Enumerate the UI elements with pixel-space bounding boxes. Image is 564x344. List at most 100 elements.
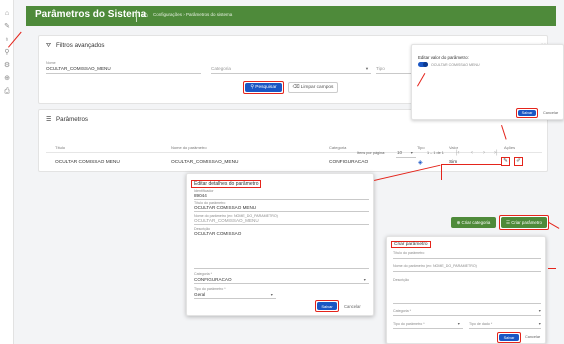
divider [194, 283, 369, 284]
last-page-icon[interactable]: ›| [494, 150, 498, 156]
divider [393, 258, 541, 259]
description-field[interactable]: OCULTAR COMISSAO [194, 231, 241, 236]
chevron-down-icon: ▼ [363, 278, 367, 282]
category-underline [211, 73, 371, 74]
top-bar: Parâmetros do Sistema ⌂ Configurações › … [26, 6, 556, 26]
cancel-value-button[interactable]: Cancelar [543, 111, 558, 115]
home-icon[interactable]: ⌂ [3, 10, 11, 18]
divider [469, 328, 541, 329]
filter-icon: ⛛ [46, 42, 52, 49]
save-value-button[interactable]: Salvar [518, 110, 536, 116]
chevron-down-icon: ▼ [538, 309, 542, 313]
create-parameter-dialog: Criar parâmetro Título do parâmetro Nome… [386, 236, 546, 344]
list-icon: ☰ [46, 116, 52, 123]
breadcrumb: Configurações › Parâmetros do sistema [153, 12, 233, 17]
divider [393, 315, 541, 316]
cancel-create-button[interactable]: Cancelar [525, 335, 540, 339]
divider [136, 10, 137, 22]
clear-button[interactable]: ⌫ Limpar campos [288, 82, 338, 93]
title-field[interactable]: OCULTAR COMISSAO MENU [194, 205, 256, 210]
cancel-details-button[interactable]: Cancelar [344, 304, 361, 309]
create-parameter-button[interactable]: ☰ Criar parâmetro [501, 217, 547, 228]
sidebar: ⌂ ✎ ♁ ⚲ ⚙ ⊕ ⎙ [0, 0, 14, 344]
chevron-down-icon: ▼ [410, 151, 414, 155]
id-field: 89044 [194, 193, 207, 198]
name-label: Nome [46, 61, 56, 65]
page-range: 1 – 1 de 1 [427, 151, 444, 155]
annotation-arrow [548, 268, 556, 269]
save-highlight: Salvar [315, 300, 339, 312]
create-category-button[interactable]: ⊕ Criar categoria [451, 217, 496, 228]
row-category: CONFIGURACAO [329, 160, 369, 165]
type-underline [376, 73, 416, 74]
col-title: Título [55, 145, 66, 150]
first-page-icon[interactable]: |‹ [456, 150, 460, 156]
chevron-down-icon: ▼ [538, 322, 542, 326]
edit-details-dialog: Editar detalhes do parâmetro Identificad… [186, 173, 374, 316]
type-select[interactable]: Geral [194, 292, 205, 297]
save-details-button[interactable]: Salvar [317, 302, 337, 310]
divider [194, 268, 369, 269]
chevron-down-icon: ▼ [365, 66, 369, 71]
title-field[interactable]: Título do parâmetro [393, 251, 424, 255]
search-icon[interactable]: ⚲ [3, 49, 11, 57]
category-select[interactable]: CONFIGURACAO [194, 277, 232, 282]
divider [194, 224, 369, 225]
chevron-down-icon: ▼ [270, 293, 274, 297]
divider [194, 199, 369, 200]
divider [393, 303, 541, 304]
per-page-underline [396, 157, 416, 158]
row-name: OCULTAR_COMISSAO_MENU [171, 160, 239, 165]
edit-icon[interactable]: ✎ [3, 23, 11, 31]
col-type: Tipo [417, 145, 425, 150]
category-filter-select[interactable]: Categoria [211, 66, 231, 71]
row-title: OCULTAR COMISSAO MENU [55, 160, 120, 165]
col-name: Nome do parâmetro [171, 145, 207, 150]
chevron-down-icon: ▼ [457, 322, 461, 326]
col-category: Categoria [329, 145, 347, 150]
divider [393, 271, 541, 272]
divider [194, 298, 276, 299]
type-field[interactable]: Tipo do parâmetro * [393, 322, 425, 326]
add-icon[interactable]: ⊕ [3, 75, 11, 83]
name-field[interactable]: Nome do parâmetro (ex: NOME_DO_PARAMETRO… [393, 264, 477, 268]
toggle-knob [423, 62, 428, 67]
description-field[interactable]: Descrição [393, 278, 409, 282]
edit-value-title: Editar valor do parâmetro: [418, 55, 469, 60]
search-button-highlight: ⚲ Pesquisar [243, 81, 284, 94]
category-label: Categoria * [194, 272, 212, 276]
category-field[interactable]: Categoria * [393, 309, 411, 313]
type-label: Tipo do parâmetro * [194, 287, 226, 291]
name-filter-input[interactable]: OCULTAR_COMISSAO_MENU [46, 66, 111, 71]
search-button[interactable]: ⚲ Pesquisar [245, 83, 282, 92]
edit-value-button[interactable]: ✎ [501, 157, 510, 166]
save-highlight: Salvar [516, 108, 538, 118]
next-page-icon[interactable]: › [483, 150, 485, 156]
create-param-title: Criar parâmetro [391, 241, 431, 248]
edit-details-title: Editar detalhes do parâmetro [191, 180, 262, 188]
name-field: OCULTAR_COMISSAO_MENU [194, 218, 259, 223]
settings-icon[interactable]: ⚙ [3, 62, 11, 70]
annotation-arrow [441, 164, 501, 165]
toggle-label: OCULTAR COMISSAO MENU [431, 63, 480, 67]
filters-title: Filtros avançados [56, 42, 105, 49]
page-title: Parâmetros do Sistema [35, 9, 147, 20]
print-icon[interactable]: ⎙ [3, 88, 11, 96]
per-page-select[interactable]: 10 [397, 150, 402, 155]
type-filter-select[interactable]: Tipo [376, 66, 385, 71]
annotation-arrow [441, 164, 442, 180]
parameters-title: Parâmetros [56, 116, 88, 123]
prev-page-icon[interactable]: ‹ [471, 150, 473, 156]
col-actions: Ações [504, 145, 516, 150]
per-page-label: Itens por página: [357, 151, 386, 155]
save-create-button[interactable]: Salvar [499, 334, 519, 341]
divider [194, 211, 369, 212]
edit-details-button[interactable]: ✐ [514, 157, 523, 166]
home-icon[interactable]: ⌂ [143, 10, 148, 19]
header-divider [46, 152, 542, 153]
value-toggle[interactable] [418, 62, 428, 67]
type-icon: ◈ [418, 160, 423, 166]
value-type-field[interactable]: Tipo de dado * [469, 322, 492, 326]
eraser-icon: ⌫ [292, 85, 301, 90]
name-underline [46, 73, 201, 74]
